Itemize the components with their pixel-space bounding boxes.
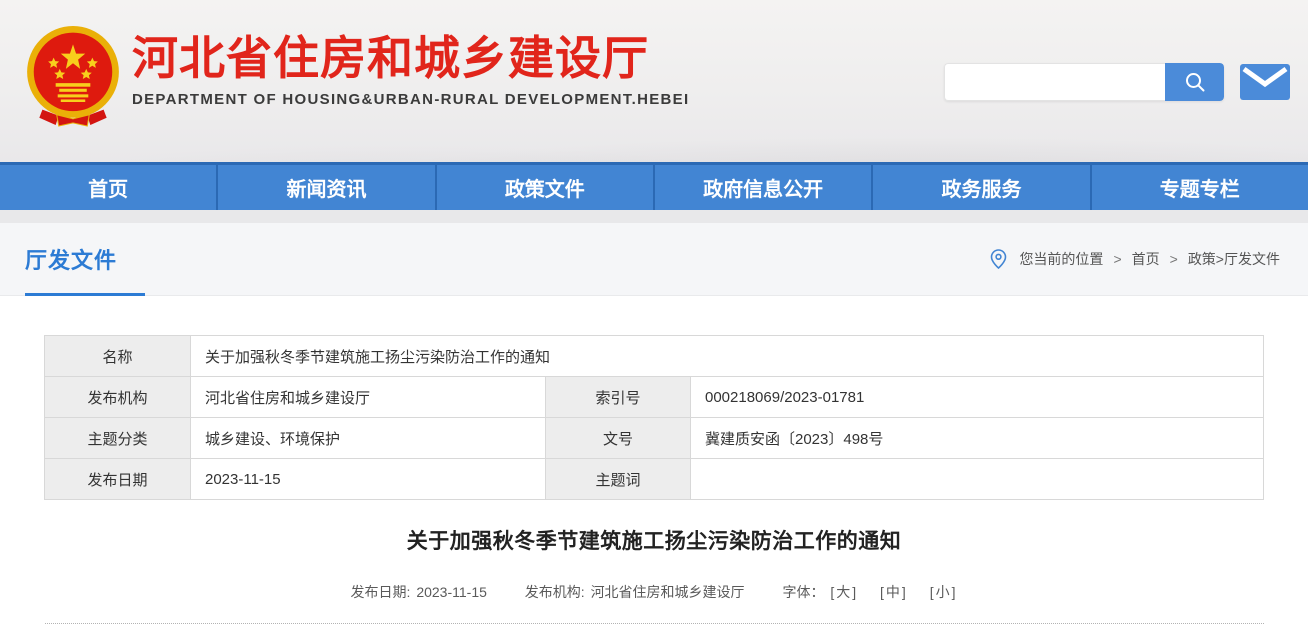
pub-org-label: 发布机构: xyxy=(525,584,585,600)
meta-label-issuer: 发布机构 xyxy=(45,377,191,418)
meta-value-docnum: 冀建质安函〔2023〕498号 xyxy=(691,418,1264,459)
search-button[interactable] xyxy=(1165,63,1224,101)
meta-label-name: 名称 xyxy=(45,336,191,377)
section-bar: 厅发文件 您当前的位置 > 首页 > 政策>厅发文件 xyxy=(0,223,1308,296)
nav-item-policy[interactable]: 政策文件 xyxy=(437,165,655,210)
page: 河北省住房和城乡建设厅 DEPARTMENT OF HOUSING&URBAN-… xyxy=(0,0,1308,627)
site-title: 河北省住房和城乡建设厅 xyxy=(132,34,689,82)
mail-icon[interactable] xyxy=(1240,64,1290,100)
document-meta-table: 名称 关于加强秋冬季节建筑施工扬尘污染防治工作的通知 发布机构 河北省住房和城乡… xyxy=(44,335,1264,500)
meta-label-docnum: 文号 xyxy=(546,418,691,459)
font-size-small-button[interactable]: [小] xyxy=(930,584,958,600)
dotted-divider xyxy=(45,623,1264,624)
breadcrumb-home[interactable]: 首页 xyxy=(1132,249,1160,269)
site-titles: 河北省住房和城乡建设厅 DEPARTMENT OF HOUSING&URBAN-… xyxy=(132,24,689,108)
search-input[interactable] xyxy=(944,63,1165,101)
article-title: 关于加强秋冬季节建筑施工扬尘污染防治工作的通知 xyxy=(0,525,1308,555)
search-box xyxy=(944,63,1224,101)
article-meta: 发布日期: 2023-11-15 发布机构: 河北省住房和城乡建设厅 字体： [… xyxy=(0,582,1308,602)
font-size-large-button[interactable]: [大] xyxy=(830,584,858,600)
nav-gap xyxy=(0,210,1308,223)
national-emblem-icon xyxy=(22,24,124,128)
table-row: 发布机构 河北省住房和城乡建设厅 索引号 000218069/2023-0178… xyxy=(45,377,1264,418)
meta-label-index: 索引号 xyxy=(546,377,691,418)
search-icon xyxy=(1183,70,1207,94)
breadcrumb-trail[interactable]: 政策>厅发文件 xyxy=(1188,249,1280,269)
font-size-label: 字体： xyxy=(782,584,824,600)
pub-org-value: 河北省住房和城乡建设厅 xyxy=(591,584,745,600)
site-logo[interactable]: 河北省住房和城乡建设厅 DEPARTMENT OF HOUSING&URBAN-… xyxy=(22,24,689,128)
site-subtitle: DEPARTMENT OF HOUSING&URBAN-RURAL DEVELO… xyxy=(132,91,689,108)
nav-item-gov-info[interactable]: 政府信息公开 xyxy=(655,165,873,210)
meta-value-index: 000218069/2023-01781 xyxy=(691,377,1264,418)
breadcrumb: 您当前的位置 > 首页 > 政策>厅发文件 xyxy=(990,249,1280,269)
breadcrumb-separator: > xyxy=(1113,251,1121,267)
meta-value-issuer: 河北省住房和城乡建设厅 xyxy=(191,377,546,418)
pub-date-label: 发布日期: xyxy=(351,584,411,600)
meta-value-pubdate: 2023-11-15 xyxy=(191,459,546,500)
breadcrumb-label: 您当前的位置 xyxy=(1019,249,1103,269)
location-pin-icon xyxy=(990,249,1007,269)
table-row: 发布日期 2023-11-15 主题词 xyxy=(45,459,1264,500)
nav-item-home[interactable]: 首页 xyxy=(0,165,218,210)
meta-value-category: 城乡建设、环境保护 xyxy=(191,418,546,459)
main-nav: 首页 新闻资讯 政策文件 政府信息公开 政务服务 专题专栏 xyxy=(0,162,1308,210)
pub-date-value: 2023-11-15 xyxy=(416,584,487,600)
nav-item-news[interactable]: 新闻资讯 xyxy=(218,165,436,210)
meta-label-keywords: 主题词 xyxy=(546,459,691,500)
meta-value-keywords xyxy=(691,459,1264,500)
nav-item-topics[interactable]: 专题专栏 xyxy=(1092,165,1308,210)
search-area xyxy=(944,63,1290,101)
document-content: 名称 关于加强秋冬季节建筑施工扬尘污染防治工作的通知 发布机构 河北省住房和城乡… xyxy=(0,296,1308,624)
meta-label-category: 主题分类 xyxy=(45,418,191,459)
table-row: 主题分类 城乡建设、环境保护 文号 冀建质安函〔2023〕498号 xyxy=(45,418,1264,459)
section-title-underline xyxy=(25,293,145,296)
font-size-medium-button[interactable]: [中] xyxy=(880,584,908,600)
meta-label-pubdate: 发布日期 xyxy=(45,459,191,500)
page-title: 厅发文件 xyxy=(25,243,117,275)
nav-item-services[interactable]: 政务服务 xyxy=(873,165,1091,210)
breadcrumb-separator: > xyxy=(1170,251,1178,267)
table-row: 名称 关于加强秋冬季节建筑施工扬尘污染防治工作的通知 xyxy=(45,336,1264,377)
site-header: 河北省住房和城乡建设厅 DEPARTMENT OF HOUSING&URBAN-… xyxy=(0,0,1308,162)
meta-value-name: 关于加强秋冬季节建筑施工扬尘污染防治工作的通知 xyxy=(191,336,1264,377)
